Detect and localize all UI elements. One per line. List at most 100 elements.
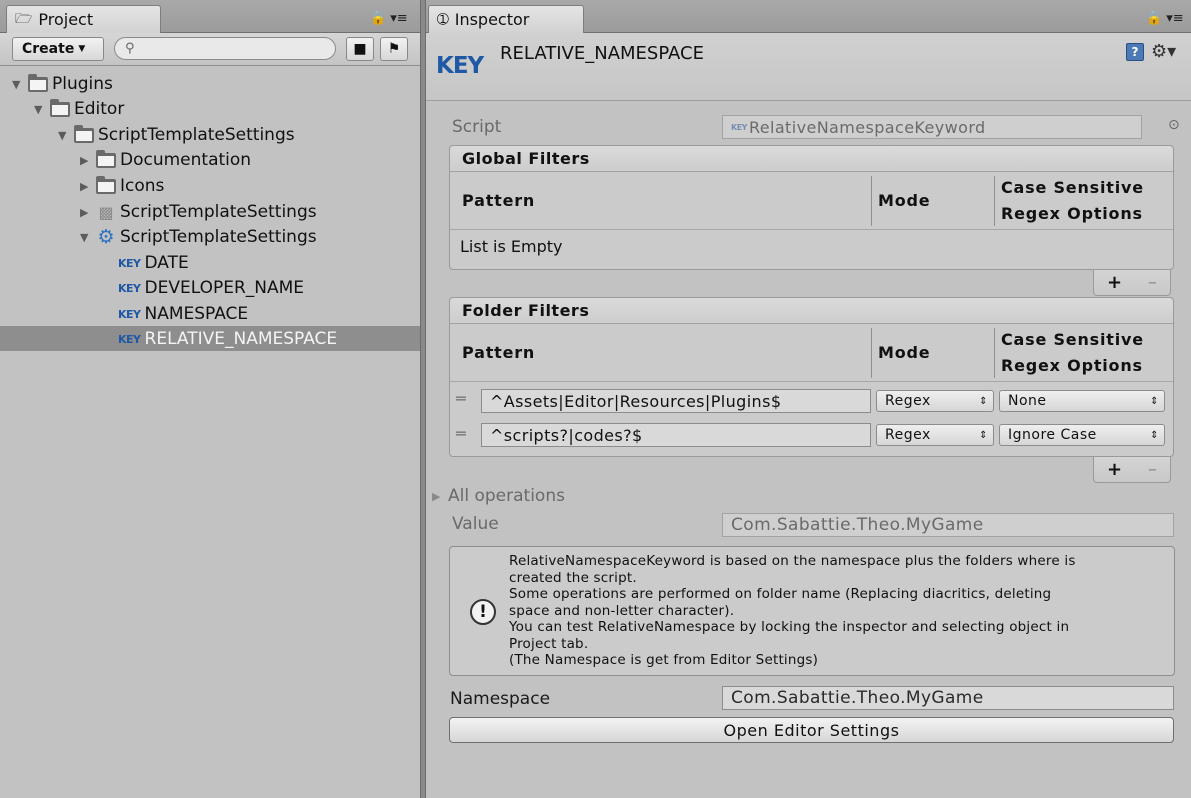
updown-arrow-icon: ⇕ xyxy=(1150,395,1159,407)
help-line: You can test RelativeNamespace by lockin… xyxy=(509,619,1070,635)
tree-item-label: Plugins xyxy=(52,74,113,94)
tree-item-scripttemplatesettings-asset[interactable]: ▼ ⚙ ScriptTemplateSettings xyxy=(80,224,317,250)
collapse-triangle-icon[interactable]: ▶ xyxy=(80,154,92,167)
tree-item-icons[interactable]: ▶ Icons xyxy=(80,173,164,199)
tree-item-relative-namespace[interactable]: KEY RELATIVE_NAMESPACE xyxy=(118,326,337,352)
value-field: Com.Sabattie.Theo.MyGame xyxy=(722,513,1174,537)
inspector-tabbar: ➀ Inspector 🔒 ▾≡ xyxy=(426,0,1191,33)
search-input[interactable]: ⚲ xyxy=(114,37,336,60)
tree-item-scripttemplatesettings-folder[interactable]: ▼ ScriptTemplateSettings xyxy=(58,122,295,148)
column-divider xyxy=(994,176,995,226)
tree-item-label: Icons xyxy=(120,176,165,196)
exclamation-icon: ! xyxy=(470,599,496,625)
script-label: Script xyxy=(452,117,502,137)
remove-button[interactable]: – xyxy=(1148,459,1157,480)
collapse-triangle-icon[interactable]: ▶ xyxy=(80,206,92,219)
tree-item-label: Documentation xyxy=(120,150,252,170)
col-header-case-sensitive: Case Sensitive xyxy=(1001,329,1144,349)
col-header-regex-options: Regex Options xyxy=(1001,203,1143,223)
help-line: Some operations are performed on folder … xyxy=(509,586,1052,602)
tree-item-label: ScriptTemplateSettings xyxy=(98,125,295,145)
inspector-header: KEY RELATIVE_NAMESPACE ? ⚙▾ xyxy=(426,33,1191,101)
project-toolbar: Create ▼ ⚲ ■ ⚑ xyxy=(0,33,420,66)
folder-icon xyxy=(96,175,116,194)
regex-option-dropdown[interactable]: Ignore Case ⇕ xyxy=(999,424,1165,446)
open-editor-settings-label: Open Editor Settings xyxy=(723,720,900,740)
mode-dropdown[interactable]: Regex ⇕ xyxy=(876,390,994,412)
filter-by-type-button[interactable]: ■ xyxy=(346,37,374,61)
expand-triangle-icon[interactable]: ▼ xyxy=(58,129,70,142)
tab-inspector[interactable]: ➀ Inspector xyxy=(428,5,584,33)
project-panel: 🗁 Project 🔒 ▾≡ Create ▼ ⚲ ■ ⚑ ▼ Plugins … xyxy=(0,0,420,798)
regex-option-value: None xyxy=(1008,393,1047,409)
column-divider xyxy=(871,176,872,226)
all-operations-label: All operations xyxy=(448,486,565,506)
add-button[interactable]: + xyxy=(1107,459,1122,480)
tab-project[interactable]: 🗁 Project xyxy=(6,5,161,33)
help-line: space and non-letter character). xyxy=(509,602,735,619)
help-text: RelativeNamespaceKeyword is based on the… xyxy=(509,553,1169,669)
folder-tab-icon: 🗁 xyxy=(15,10,33,27)
expand-triangle-icon[interactable]: ▼ xyxy=(34,103,46,116)
tree-item-documentation[interactable]: ▶ Documentation xyxy=(80,147,251,173)
namespace-field[interactable]: Com.Sabattie.Theo.MyGame xyxy=(722,686,1174,710)
collapse-triangle-icon: ▶ xyxy=(432,489,441,503)
all-operations-foldout[interactable]: ▶ All operations xyxy=(432,486,565,506)
collapse-triangle-icon[interactable]: ▶ xyxy=(80,180,92,193)
add-button[interactable]: + xyxy=(1107,272,1122,293)
panel-menu-icon[interactable]: ▾≡ xyxy=(1166,11,1183,26)
namespace-label: Namespace xyxy=(450,689,551,709)
global-filters-header: Global Filters xyxy=(450,146,1173,172)
pattern-input[interactable]: ^Assets|Editor|Resources|Plugins$ xyxy=(481,389,871,413)
mode-dropdown[interactable]: Regex ⇕ xyxy=(876,424,994,446)
help-line: Project tab. xyxy=(509,635,589,652)
lock-icon[interactable]: 🔒 xyxy=(1146,11,1162,26)
tree-item-developer-name[interactable]: KEY DEVELOPER_NAME xyxy=(118,275,304,301)
col-header-mode: Mode xyxy=(878,191,931,210)
help-book-icon[interactable]: ? xyxy=(1126,43,1144,61)
list-empty-text: List is Empty xyxy=(460,237,563,256)
tree-item-namespace[interactable]: KEY NAMESPACE xyxy=(118,301,248,327)
open-editor-settings-button[interactable]: Open Editor Settings xyxy=(449,717,1174,743)
tab-project-label: Project xyxy=(38,10,94,29)
lock-icon[interactable]: 🔒 xyxy=(370,11,386,26)
updown-arrow-icon: ⇕ xyxy=(1150,429,1159,441)
tree-item-editor[interactable]: ▼ Editor xyxy=(34,96,124,122)
tree-item-label: NAMESPACE xyxy=(144,304,249,324)
key-icon: KEY xyxy=(118,256,141,270)
key-icon: KEY xyxy=(118,332,141,346)
col-header-pattern: Pattern xyxy=(462,191,536,210)
expand-triangle-icon[interactable]: ▼ xyxy=(80,231,92,244)
filter-by-label-button[interactable]: ⚑ xyxy=(380,37,408,61)
project-tabbar: 🗁 Project 🔒 ▾≡ xyxy=(0,0,420,33)
script-field-value: RelativeNamespaceKeyword xyxy=(748,117,986,137)
tree-item-label: ScriptTemplateSettings xyxy=(120,227,317,247)
help-line: (The Namespace is get from Editor Settin… xyxy=(509,652,819,668)
regex-option-dropdown[interactable]: None ⇕ xyxy=(999,390,1165,412)
tree-item-date[interactable]: KEY DATE xyxy=(118,250,189,276)
panel-menu-icon[interactable]: ▾≡ xyxy=(390,11,407,26)
script-field[interactable]: KEY RelativeNamespaceKeyword xyxy=(722,115,1142,139)
drag-handle-icon[interactable]: ═ xyxy=(456,389,466,408)
pattern-input[interactable]: ^scripts?|codes?$ xyxy=(481,423,871,447)
remove-button[interactable]: – xyxy=(1148,272,1157,293)
script-icon: ▩ xyxy=(98,202,114,222)
folder-filters-header: Folder Filters xyxy=(450,298,1173,324)
label-tag-icon: ⚑ xyxy=(387,41,401,57)
mode-value: Regex xyxy=(885,427,931,443)
key-icon: KEY xyxy=(731,122,747,132)
expand-triangle-icon[interactable]: ▼ xyxy=(12,78,24,91)
gear-icon[interactable]: ⚙▾ xyxy=(1151,41,1176,62)
tree-item-plugins[interactable]: ▼ Plugins xyxy=(12,71,113,97)
create-button-label: Create xyxy=(22,41,75,57)
tree-item-label: DEVELOPER_NAME xyxy=(144,278,305,298)
mode-value: Regex xyxy=(885,393,931,409)
create-button[interactable]: Create ▼ xyxy=(12,37,104,61)
tree-item-scripttemplatesettings-script[interactable]: ▶ ▩ ScriptTemplateSettings xyxy=(80,199,317,225)
key-asset-icon: KEY xyxy=(436,53,484,79)
drag-handle-icon[interactable]: ═ xyxy=(456,424,466,443)
column-divider xyxy=(871,328,872,378)
object-picker-icon[interactable]: ⊙ xyxy=(1168,117,1180,133)
namespace-field-text: Com.Sabattie.Theo.MyGame xyxy=(731,688,984,708)
col-header-mode: Mode xyxy=(878,343,931,362)
